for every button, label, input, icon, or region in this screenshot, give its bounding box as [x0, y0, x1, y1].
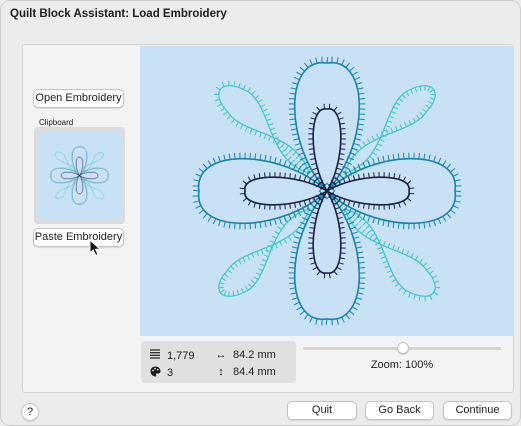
design-width: ↔ 84.2 mm [215, 349, 276, 361]
palette-icon [149, 366, 161, 380]
paste-embroidery-button[interactable]: Paste Embroidery [33, 228, 124, 247]
design-height-value: 84.4 mm [233, 366, 276, 378]
width-arrow-icon: ↔ [215, 349, 227, 361]
quilt-block-assistant-window: Quilt Block Assistant: Load Embroidery O… [0, 0, 521, 426]
color-count-value: 3 [167, 367, 174, 379]
embroidery-design [192, 56, 462, 326]
go-back-button[interactable]: Go Back [365, 401, 434, 420]
stitch-count: 1,779 [149, 349, 195, 362]
clipboard-embroidery-image [49, 145, 110, 206]
height-arrow-icon: ↕ [218, 366, 224, 378]
design-height: ↕ 84.4 mm [215, 366, 276, 378]
window-title: Quilt Block Assistant: Load Embroidery [10, 8, 227, 20]
stitch-count-value: 1,779 [167, 349, 195, 362]
zoom-label: Zoom: 100% [370, 359, 434, 371]
clipboard-label: Clipboard [39, 118, 74, 127]
mouse-cursor-icon [89, 239, 102, 257]
help-icon: ? [26, 406, 34, 418]
continue-button[interactable]: Continue [443, 401, 512, 420]
color-count: 3 [149, 366, 173, 380]
zoom-slider-thumb[interactable] [397, 342, 409, 354]
design-width-value: 84.2 mm [233, 349, 276, 361]
help-button[interactable]: ? [21, 403, 39, 421]
stitch-count-icon [149, 349, 161, 362]
clipboard-preview[interactable] [34, 127, 125, 224]
clipboard-embroidery-thumbnail [38, 131, 121, 220]
quit-button[interactable]: Quit [287, 401, 357, 420]
open-embroidery-button[interactable]: Open Embroidery [33, 89, 124, 108]
embroidery-preview-canvas[interactable] [140, 46, 514, 336]
design-info-box: 1,779 3 ↔ 84.2 mm ↕ 84.4 mm [141, 341, 296, 383]
